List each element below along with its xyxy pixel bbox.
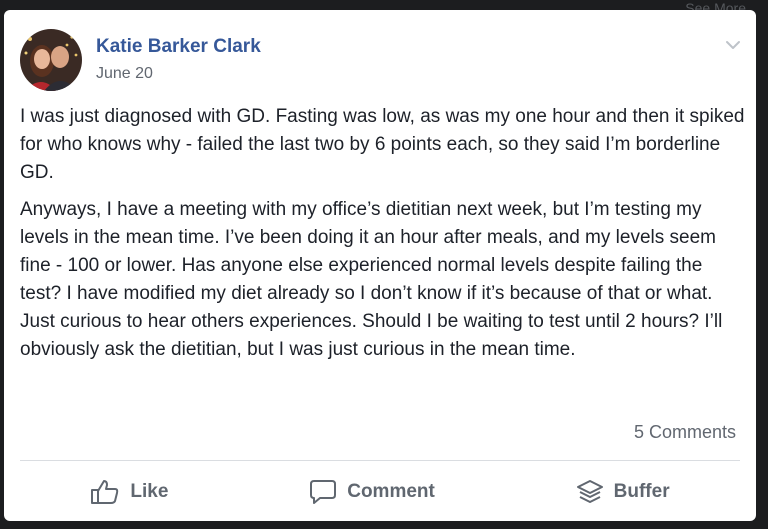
author-name[interactable]: Katie Barker Clark: [96, 35, 261, 59]
buffer-label: Buffer: [613, 481, 670, 502]
post-date[interactable]: June 20: [96, 63, 261, 85]
divider: [20, 460, 740, 461]
post-meta: Katie Barker Clark June 20: [96, 35, 261, 85]
post-header: Katie Barker Clark June 20: [20, 29, 261, 91]
comment-button[interactable]: Comment: [299, 475, 445, 509]
comment-label: Comment: [347, 481, 435, 502]
buffer-button[interactable]: Buffer: [566, 475, 680, 509]
post-body: I was just diagnosed with GD. Fasting wa…: [20, 103, 745, 373]
post-card: Katie Barker Clark June 20 I was just di…: [4, 10, 756, 521]
comments-count[interactable]: 5 Comments: [634, 420, 736, 444]
thumbs-up-icon: [91, 480, 119, 504]
post-paragraph-1: I was just diagnosed with GD. Fasting wa…: [20, 106, 745, 183]
like-label: Like: [130, 481, 169, 502]
chevron-down-icon[interactable]: [724, 36, 742, 54]
action-bar: Like Comment Buffer: [20, 472, 740, 512]
speech-bubble-icon: [310, 480, 337, 504]
like-button[interactable]: Like: [80, 475, 178, 509]
avatar[interactable]: [20, 29, 82, 91]
layers-stack-icon: [576, 480, 603, 503]
post-paragraph-2: Anyways, I have a meeting with my office…: [20, 199, 723, 360]
